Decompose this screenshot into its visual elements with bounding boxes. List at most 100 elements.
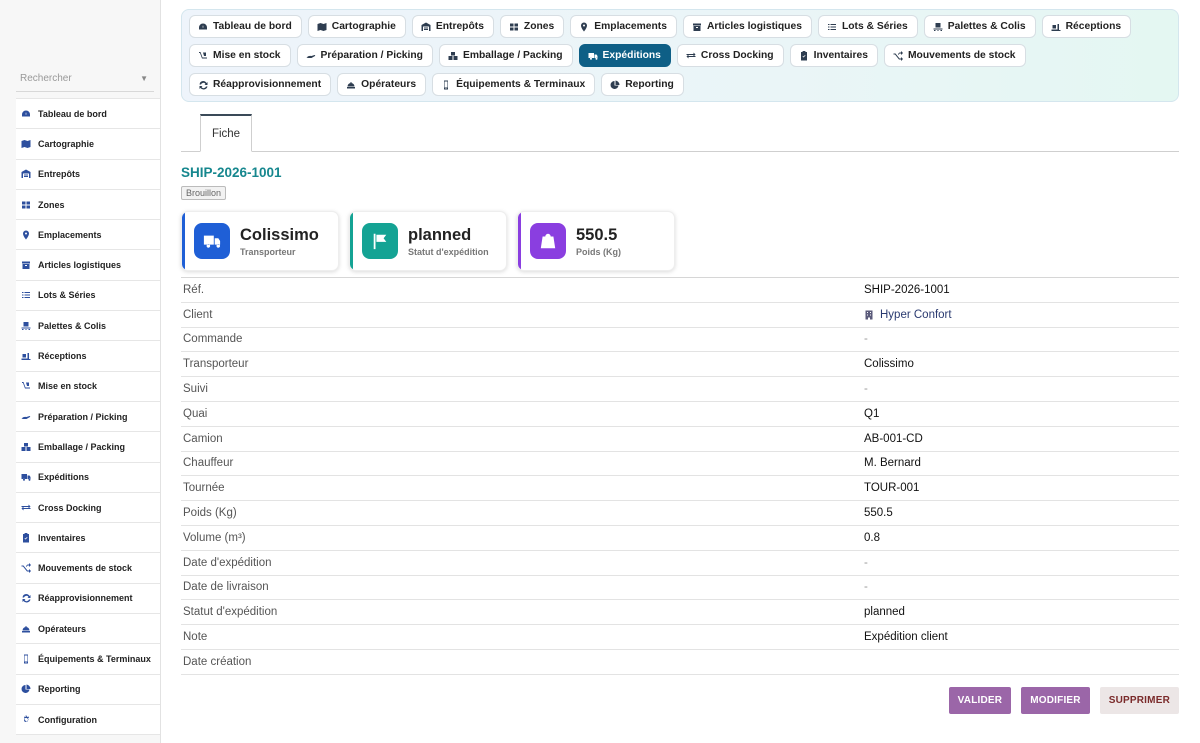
sidebar-item-20[interactable]: Configuration [16,704,160,736]
tab-10[interactable]: Préparation / Picking [296,44,433,67]
sidebar-item-label: Opérateurs [38,623,87,634]
tab-6[interactable]: Lots & Séries [817,15,918,38]
sidebar-item-19[interactable]: Reporting [16,674,160,705]
building-icon [864,310,880,320]
client-link[interactable]: Hyper Confort [864,309,952,321]
hardhat-icon [346,80,361,90]
modify-button[interactable]: MODIFIER [1021,687,1090,714]
tab-label: Réceptions [1065,21,1122,32]
tab-18[interactable]: Équipements & Terminaux [432,73,596,96]
tab-label: Emplacements [594,21,667,32]
detail-row: Statut d'expédition planned [181,600,1179,626]
sidebar-item-15[interactable]: Mouvements de stock [16,553,160,584]
tab-13[interactable]: Cross Docking [676,44,784,67]
detail-key: Date création [183,655,252,668]
tab-label: Zones [523,21,555,32]
sidebar-item-18[interactable]: Équipements & Terminaux [16,644,160,675]
sidebar-item-7[interactable]: Palettes & Colis [16,311,160,342]
tab-label: Mise en stock [213,50,281,61]
grid-icon [509,22,524,32]
tab-19[interactable]: Reporting [601,73,684,96]
validate-button[interactable]: VALIDER [948,687,1012,714]
detail-value: TOUR-001 [864,482,920,495]
tab-16[interactable]: Réapprovisionnement [189,73,332,96]
pie-chart-icon [610,80,625,90]
detail-key: Client [183,308,213,321]
tab-14[interactable]: Inventaires [789,44,878,67]
gear-icon [20,714,31,725]
detail-key: Quai [183,407,208,420]
detail-key: Transporteur [183,358,249,371]
tab-3[interactable]: Zones [499,15,565,38]
sidebar-item-5[interactable]: Articles logistiques [16,250,160,281]
tab-11[interactable]: Emballage / Packing [438,44,573,67]
tab-17[interactable]: Opérateurs [337,73,427,96]
tab-7[interactable]: Palettes & Colis [923,15,1036,38]
sidebar-item-label: Cartographie [38,138,95,149]
tab-1[interactable]: Cartographie [307,15,406,38]
map-icon [20,138,31,149]
dolly-icon [198,51,213,61]
truck-icon [20,472,31,483]
sidebar-item-16[interactable]: Réapprovisionnement [16,583,160,615]
box-icon [20,260,31,271]
tab-8[interactable]: Réceptions [1041,15,1132,38]
sidebar-item-11[interactable]: Emballage / Packing [16,432,160,463]
sidebar-search-select[interactable]: Rechercher ▼ [16,66,154,92]
tab-9[interactable]: Mise en stock [189,44,291,67]
detail-value: - [864,383,868,396]
detail-row: Date d'expédition - [181,551,1179,576]
tab-15[interactable]: Mouvements de stock [883,44,1026,67]
page-title: SHIP-2026-1001 [181,165,282,180]
detail-value: Expédition client [864,631,948,644]
tab-label: Lots & Séries [841,21,908,32]
sidebar-item-1[interactable]: Cartographie [16,129,160,160]
hardhat-icon [20,623,31,634]
sidebar-item-4[interactable]: Emplacements [16,220,160,251]
client-name[interactable]: Hyper Confort [880,309,952,321]
tab-12[interactable]: Expéditions [578,44,671,67]
tab-label: Réapprovisionnement [213,79,322,90]
sidebar-item-8[interactable]: Réceptions [16,341,160,372]
sidebar-item-12[interactable]: Expéditions [16,462,160,493]
tab-label: Expéditions [602,50,661,61]
tab-4[interactable]: Emplacements [570,15,677,38]
clipboard-icon [20,532,31,543]
summary-cards: Colissimo Transporteur planned Statut d'exp… [181,211,1179,271]
flag-icon [362,223,398,259]
sidebar-item-6[interactable]: Lots & Séries [16,280,160,312]
detail-value: - [864,556,868,569]
sidebar-item-10[interactable]: Préparation / Picking [16,401,160,433]
dashboard-icon [198,22,213,32]
sidebar-item-17[interactable]: Opérateurs [16,614,160,645]
detail-row: Transporteur Colissimo [181,352,1179,378]
sidebar-item-3[interactable]: Zones [16,189,160,221]
detail-value: - [864,581,868,594]
mobile-icon [20,653,31,664]
tab-5[interactable]: Articles logistiques [682,15,812,38]
sidebar-item-label: Emballage / Packing [38,441,126,452]
detail-key: Volume (m³) [183,531,246,544]
tab-2[interactable]: Entrepôts [411,15,494,38]
sidebar-item-label: Palettes & Colis [38,320,107,331]
boxes-icon [448,51,463,61]
sidebar-item-13[interactable]: Cross Docking [16,492,160,524]
sidebar-item-label: Inventaires [38,532,86,543]
sidebar-item-0[interactable]: Tableau de bord [16,99,160,130]
detail-key: Tournée [183,482,225,495]
sidebar-item-9[interactable]: Mise en stock [16,371,160,402]
tab-0[interactable]: Tableau de bord [189,15,302,38]
search-placeholder: Rechercher [20,73,72,84]
tab-fiche[interactable]: Fiche [200,114,252,152]
detail-value: - [864,333,868,346]
sidebar-item-14[interactable]: Inventaires [16,523,160,554]
exchange-icon [686,51,701,61]
detail-table: Réf. SHIP-2026-1001 Client Hyper Confort Com… [181,277,1179,675]
hand-icon [306,51,321,61]
detail-key: Poids (Kg) [183,507,237,520]
tab-label: Inventaires [813,50,868,61]
tab-label: Opérateurs [361,79,417,90]
sidebar-item-2[interactable]: Entrepôts [16,159,160,190]
delete-button[interactable]: SUPPRIMER [1099,687,1179,714]
card-value: 550.5 [576,225,618,244]
